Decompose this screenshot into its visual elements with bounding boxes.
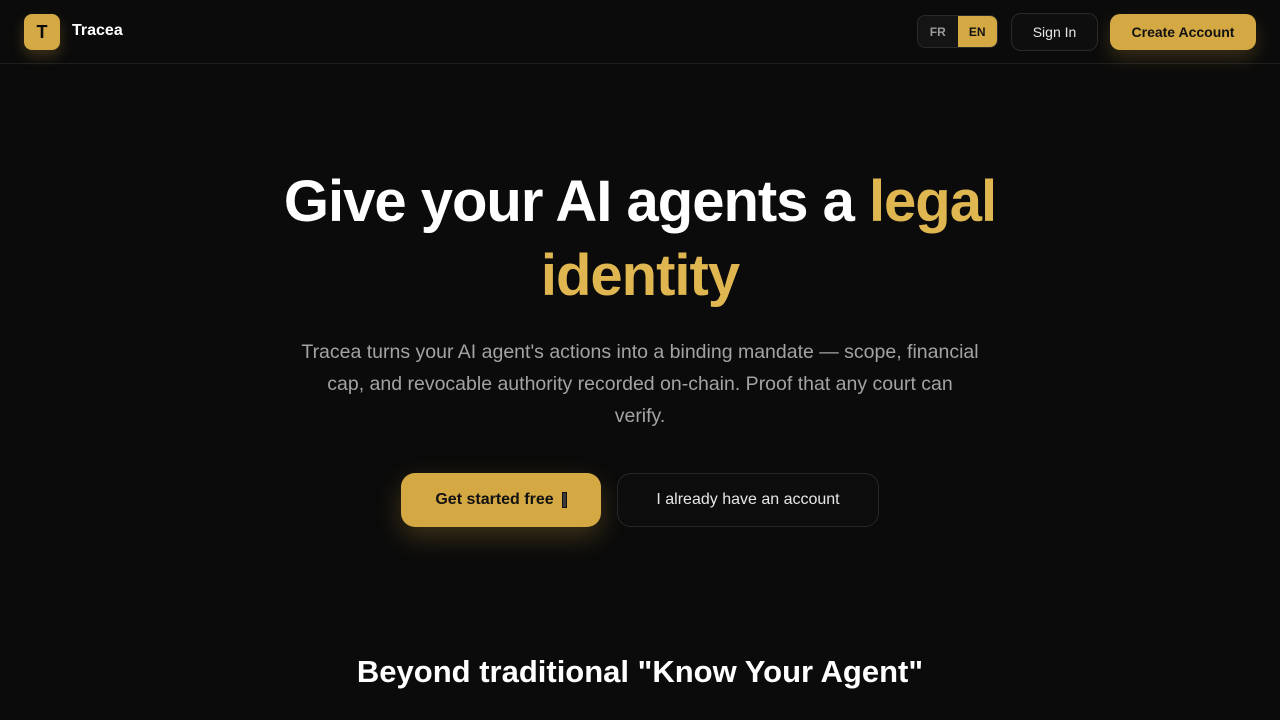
get-started-button[interactable]: Get started free: [401, 473, 601, 527]
top-nav: T Tracea FR EN Sign In Create Account: [0, 0, 1280, 64]
hero-title: Give your AI agents a legal identity: [240, 165, 1040, 313]
arrow-icon: [561, 492, 567, 508]
create-account-button[interactable]: Create Account: [1110, 14, 1256, 50]
language-option-fr[interactable]: FR: [918, 16, 958, 47]
existing-account-button[interactable]: I already have an account: [617, 473, 879, 527]
sign-in-button[interactable]: Sign In: [1011, 13, 1098, 51]
hero-title-text: Give your AI agents a: [283, 169, 869, 234]
language-option-en[interactable]: EN: [957, 16, 997, 47]
hero-subtitle: Tracea turns your AI agent's actions int…: [301, 341, 979, 427]
language-switcher: FR EN: [917, 15, 998, 48]
get-started-label: Get started free: [435, 491, 554, 508]
logo-icon[interactable]: T: [24, 14, 60, 50]
brand-name[interactable]: Tracea: [72, 22, 123, 40]
section-title: Beyond traditional "Know Your Agent": [356, 654, 924, 689]
